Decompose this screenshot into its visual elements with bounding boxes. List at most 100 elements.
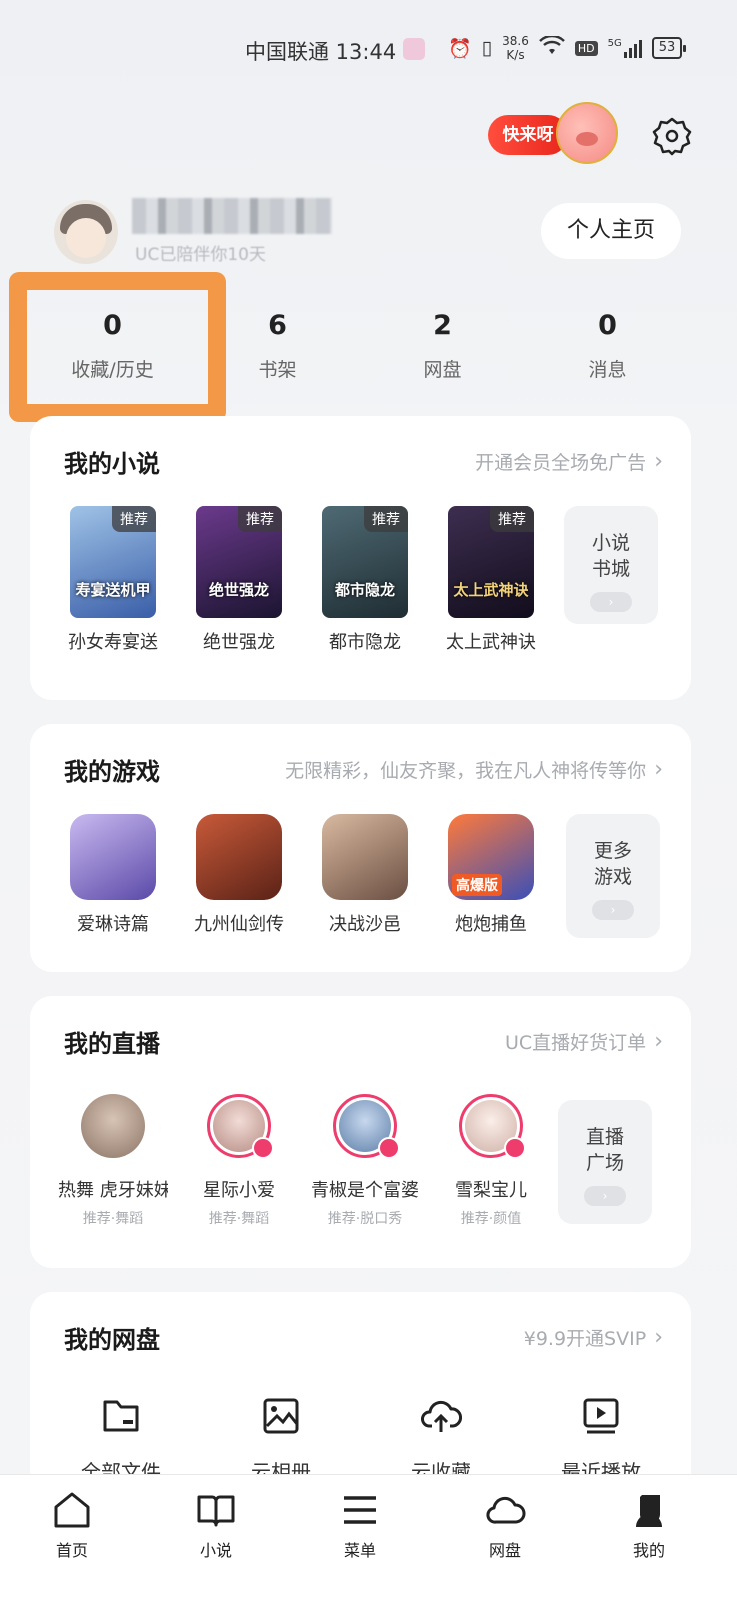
nav-mine[interactable]: 我的 xyxy=(604,1489,694,1561)
streamer-avatar xyxy=(207,1094,274,1159)
game-item[interactable]: 爱琳诗篇 xyxy=(58,814,168,936)
game-item[interactable]: 决战沙邑 xyxy=(310,814,420,936)
chevron-right-icon: › xyxy=(654,449,663,474)
all-files-button[interactable]: 全部文件 xyxy=(46,1394,196,1485)
notification-icon xyxy=(403,38,425,60)
promo-banner[interactable]: 快来呀 xyxy=(488,100,628,170)
vibrate-icon: ▯ xyxy=(481,37,493,59)
book-cover: 推荐 都市隐龙 xyxy=(322,506,408,618)
streamer-name: 热舞 虎牙妹妹 xyxy=(58,1180,168,1201)
nav-netdisk[interactable]: 网盘 xyxy=(460,1489,550,1561)
game-icon: 高爆版 xyxy=(448,814,534,900)
carrier-time: 中国联通 13:44 xyxy=(245,40,397,64)
book-cover: 推荐 太上武神诀 xyxy=(448,506,534,618)
home-icon xyxy=(54,1492,90,1528)
link-label: ¥9.9开通SVIP xyxy=(523,1328,647,1350)
gear-icon[interactable] xyxy=(652,116,692,156)
streamer-category: 推荐·颜值 xyxy=(460,1211,522,1227)
nav-menu[interactable]: 菜单 xyxy=(315,1489,405,1561)
streamer-avatar xyxy=(81,1094,145,1158)
cover-title: 太上武神诀 xyxy=(453,581,529,599)
cloud-upload-icon xyxy=(421,1400,462,1432)
menu-icon xyxy=(344,1496,376,1524)
more-line2: 游戏 xyxy=(593,866,632,888)
stat-messages[interactable]: 0 消息 xyxy=(525,300,690,400)
cloud-favorites-button[interactable]: 云收藏 xyxy=(366,1394,516,1485)
nav-novel[interactable]: 小说 xyxy=(171,1489,261,1561)
cover-title: 绝世强龙 xyxy=(208,581,269,599)
novel-label: 都市隐龙 xyxy=(329,632,401,653)
card-title: 我的网盘 xyxy=(64,1326,160,1354)
novels-card: 我的小说 开通会员全场免广告 › 推荐 寿宴送机甲 孙女寿宴送 推荐 绝世强龙 绝… xyxy=(30,416,691,700)
speed-value: 38.6 xyxy=(502,34,529,48)
game-item[interactable]: 九州仙剑传 xyxy=(184,814,294,936)
profile-page-button[interactable]: 个人主页 xyxy=(541,203,681,259)
live-item[interactable]: 青椒是个富婆 推荐·脱口秀 xyxy=(310,1086,420,1228)
stat-value: 2 xyxy=(433,310,452,341)
games-promo-link[interactable]: 无限精彩，仙友齐聚，我在凡人神将传等你 › xyxy=(285,756,663,783)
live-badge-icon xyxy=(252,1137,274,1159)
more-games-button[interactable]: 更多 游戏 › xyxy=(566,814,660,938)
nav-label: 我的 xyxy=(632,1541,665,1560)
speed-unit: K/s xyxy=(506,48,525,62)
novels-vip-link[interactable]: 开通会员全场免广告 › xyxy=(475,448,663,475)
game-item[interactable]: 高爆版 炮炮捕鱼 xyxy=(436,814,546,936)
hd-badge: HD xyxy=(574,40,598,56)
live-orders-link[interactable]: UC直播好货订单 › xyxy=(505,1028,663,1055)
svip-link[interactable]: ¥9.9开通SVIP › xyxy=(524,1324,663,1351)
book-cover: 推荐 绝世强龙 xyxy=(196,506,282,618)
streamer-category: 推荐·舞蹈 xyxy=(208,1211,270,1227)
cover-title: 都市隐龙 xyxy=(334,581,395,599)
streamer-avatar xyxy=(333,1094,400,1159)
novel-label: 太上武神诀 xyxy=(446,632,536,653)
live-item[interactable]: 雪梨宝儿 推荐·颜值 xyxy=(436,1086,546,1228)
novels-row: 推荐 寿宴送机甲 孙女寿宴送 推荐 绝世强龙 绝世强龙 推荐 都市隐龙 都市隐龙… xyxy=(58,506,668,666)
more-line1: 更多 xyxy=(593,840,632,862)
live-badge-icon xyxy=(378,1137,400,1159)
pig-mascot-icon xyxy=(556,102,618,164)
cover-title: 寿宴送机甲 xyxy=(75,581,151,599)
wifi-icon xyxy=(538,34,565,61)
image-icon xyxy=(263,1398,299,1434)
recent-play-button[interactable]: 最近播放 xyxy=(526,1394,676,1485)
live-item[interactable]: 热舞 虎牙妹妹 推荐·舞蹈 xyxy=(58,1086,168,1228)
game-label: 决战沙邑 xyxy=(329,914,401,935)
live-card: 我的直播 UC直播好货订单 › 热舞 虎牙妹妹 推荐·舞蹈 星际小爱 推荐·舞蹈 … xyxy=(30,996,691,1268)
video-icon xyxy=(583,1398,619,1434)
stat-netdisk[interactable]: 2 网盘 xyxy=(360,300,525,400)
novel-store-button[interactable]: 小说 书城 › xyxy=(564,506,658,624)
signal-icon: 5G xyxy=(608,38,642,58)
game-badge: 高爆版 xyxy=(452,874,502,896)
game-icon xyxy=(70,814,156,900)
recommend-tag: 推荐 xyxy=(490,506,534,532)
status-bar: 中国联通 13:44 ⏰ ▯ 38.6 K/s HD 5G 53 xyxy=(0,30,737,70)
avatar[interactable] xyxy=(54,200,118,264)
more-line1: 直播 xyxy=(585,1126,624,1148)
novel-label: 孙女寿宴送 xyxy=(68,632,158,653)
live-item[interactable]: 星际小爱 推荐·舞蹈 xyxy=(184,1086,294,1228)
alarm-icon: ⏰ xyxy=(448,37,472,60)
nav-home[interactable]: 首页 xyxy=(27,1489,117,1561)
cloud-icon xyxy=(486,1496,526,1524)
novel-item[interactable]: 推荐 寿宴送机甲 孙女寿宴送 xyxy=(58,506,168,654)
streamer-category: 推荐·脱口秀 xyxy=(327,1211,403,1227)
profile-subline: UC已陪伴你10天 xyxy=(135,245,266,265)
games-row: 爱琳诗篇 九州仙剑传 决战沙邑 高爆版 炮炮捕鱼 更多 游戏 › xyxy=(58,814,668,974)
live-row: 热舞 虎牙妹妹 推荐·舞蹈 星际小爱 推荐·舞蹈 青椒是个富婆 推荐·脱口秀 雪… xyxy=(58,1086,668,1246)
live-badge-icon xyxy=(504,1137,526,1159)
novel-label: 绝世强龙 xyxy=(203,632,275,653)
novel-item[interactable]: 推荐 太上武神诀 太上武神诀 xyxy=(436,506,546,654)
novel-item[interactable]: 推荐 绝世强龙 绝世强龙 xyxy=(184,506,294,654)
link-label: 开通会员全场免广告 xyxy=(475,452,647,474)
novel-item[interactable]: 推荐 都市隐龙 都市隐龙 xyxy=(310,506,420,654)
recommend-tag: 推荐 xyxy=(238,506,282,532)
more-line1: 小说 xyxy=(591,532,630,554)
nav-label: 网盘 xyxy=(488,1541,521,1560)
user-icon xyxy=(636,1495,662,1527)
chevron-right-icon: › xyxy=(654,757,663,782)
cloud-album-button[interactable]: 云相册 xyxy=(206,1394,356,1485)
network-speed: 38.6 K/s xyxy=(502,34,529,62)
live-plaza-button[interactable]: 直播 广场 › xyxy=(558,1100,652,1224)
annotation-highlight-box xyxy=(9,272,226,422)
game-icon xyxy=(322,814,408,900)
